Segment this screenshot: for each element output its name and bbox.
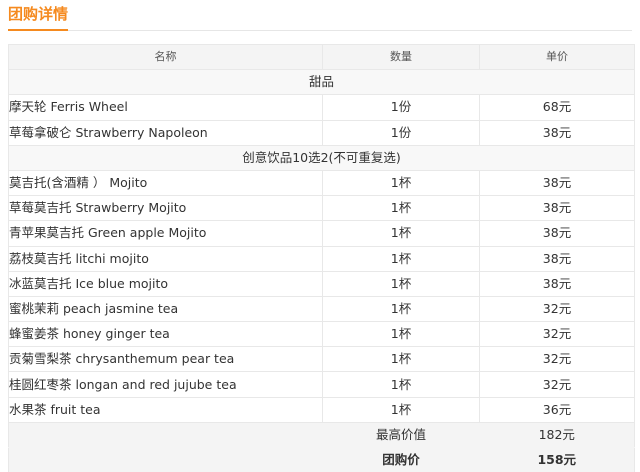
- item-quantity: 1杯: [322, 396, 480, 423]
- section-title: 团购详情: [8, 5, 69, 23]
- deal-table: 名称 数量 单价 甜品 摩天轮 Ferris Wheel 1份 68元 草莓拿破…: [8, 43, 635, 472]
- table-row: 莫吉托(含酒精 ） Mojito 1杯 38元: [8, 169, 635, 197]
- header-quantity: 数量: [322, 43, 480, 71]
- header-name: 名称: [8, 43, 323, 71]
- item-quantity: 1杯: [322, 371, 480, 398]
- table-row: 蜂蜜姜茶 honey ginger tea 1杯 32元: [8, 321, 635, 348]
- table-row: 青苹果莫吉托 Green apple Mojito 1杯 38元: [8, 220, 635, 247]
- item-price: 38元: [479, 245, 635, 272]
- deal-details-page: 团购详情 名称 数量 单价 甜品 摩天轮 Ferris Wheel 1份 68元: [0, 0, 640, 472]
- item-price: 32元: [479, 346, 635, 373]
- item-price: 38元: [479, 119, 635, 146]
- table-row: 草莓莫吉托 Strawberry Mojito 1杯 38元: [8, 195, 635, 222]
- item-price: 38元: [479, 270, 635, 297]
- item-price: 68元: [479, 94, 635, 121]
- group-price: 158元: [479, 446, 635, 472]
- item-quantity: 1杯: [322, 169, 480, 197]
- section-title-underline: [8, 29, 68, 31]
- summary-spacer: [8, 446, 323, 472]
- table-row: 桂圆红枣茶 longan and red jujube tea 1杯 32元: [8, 371, 635, 398]
- table-header-row: 名称 数量 单价: [8, 43, 635, 71]
- summary-row-max-value: 最高价值 182元: [8, 421, 635, 449]
- table-row: 摩天轮 Ferris Wheel 1份 68元: [8, 94, 635, 121]
- table-row: 荔枝莫吉托 litchi mojito 1杯 38元: [8, 245, 635, 272]
- table-row: 草莓拿破仑 Strawberry Napoleon 1份 38元: [8, 119, 635, 146]
- item-price: 32元: [479, 321, 635, 348]
- max-value-label: 最高价值: [322, 421, 480, 449]
- group-title: 甜品: [8, 69, 635, 96]
- item-name: 荔枝莫吉托 litchi mojito: [8, 245, 323, 272]
- item-quantity: 1杯: [322, 245, 480, 272]
- item-price: 38元: [479, 195, 635, 222]
- table-row: 冰蓝莫吉托 Ice blue mojito 1杯 38元: [8, 270, 635, 297]
- section-header: 团购详情: [8, 0, 632, 31]
- item-name: 草莓莫吉托 Strawberry Mojito: [8, 195, 323, 222]
- table-row: 水果茶 fruit tea 1杯 36元: [8, 396, 635, 423]
- item-name: 桂圆红枣茶 longan and red jujube tea: [8, 371, 323, 398]
- item-quantity: 1杯: [322, 321, 480, 348]
- item-quantity: 1杯: [322, 295, 480, 323]
- item-quantity: 1杯: [322, 220, 480, 247]
- group-row-drinks: 创意饮品10选2(不可重复选): [8, 144, 635, 171]
- item-name: 水果茶 fruit tea: [8, 396, 323, 423]
- item-quantity: 1杯: [322, 346, 480, 373]
- item-quantity: 1份: [322, 119, 480, 146]
- item-price: 38元: [479, 169, 635, 197]
- item-name: 贡菊雪梨茶 chrysanthemum pear tea: [8, 346, 323, 373]
- item-quantity: 1杯: [322, 195, 480, 222]
- summary-spacer: [8, 421, 323, 449]
- header-price: 单价: [479, 43, 635, 71]
- summary-row-group-price: 团购价 158元: [8, 446, 635, 472]
- group-price-label: 团购价: [322, 446, 480, 472]
- table-row: 蜜桃茉莉 peach jasmine tea 1杯 32元: [8, 295, 635, 323]
- item-quantity: 1杯: [322, 270, 480, 297]
- table-row: 贡菊雪梨茶 chrysanthemum pear tea 1杯 32元: [8, 346, 635, 373]
- item-name: 摩天轮 Ferris Wheel: [8, 94, 323, 121]
- item-price: 32元: [479, 371, 635, 398]
- max-value: 182元: [479, 421, 635, 449]
- group-row-desserts: 甜品: [8, 69, 635, 96]
- item-price: 36元: [479, 396, 635, 423]
- item-price: 38元: [479, 220, 635, 247]
- item-price: 32元: [479, 295, 635, 323]
- item-name: 青苹果莫吉托 Green apple Mojito: [8, 220, 323, 247]
- item-name: 莫吉托(含酒精 ） Mojito: [8, 169, 323, 197]
- item-name: 冰蓝莫吉托 Ice blue mojito: [8, 270, 323, 297]
- item-quantity: 1份: [322, 94, 480, 121]
- item-name: 草莓拿破仑 Strawberry Napoleon: [8, 119, 323, 146]
- item-name: 蜂蜜姜茶 honey ginger tea: [8, 321, 323, 348]
- item-name: 蜜桃茉莉 peach jasmine tea: [8, 295, 323, 323]
- group-title: 创意饮品10选2(不可重复选): [8, 144, 635, 171]
